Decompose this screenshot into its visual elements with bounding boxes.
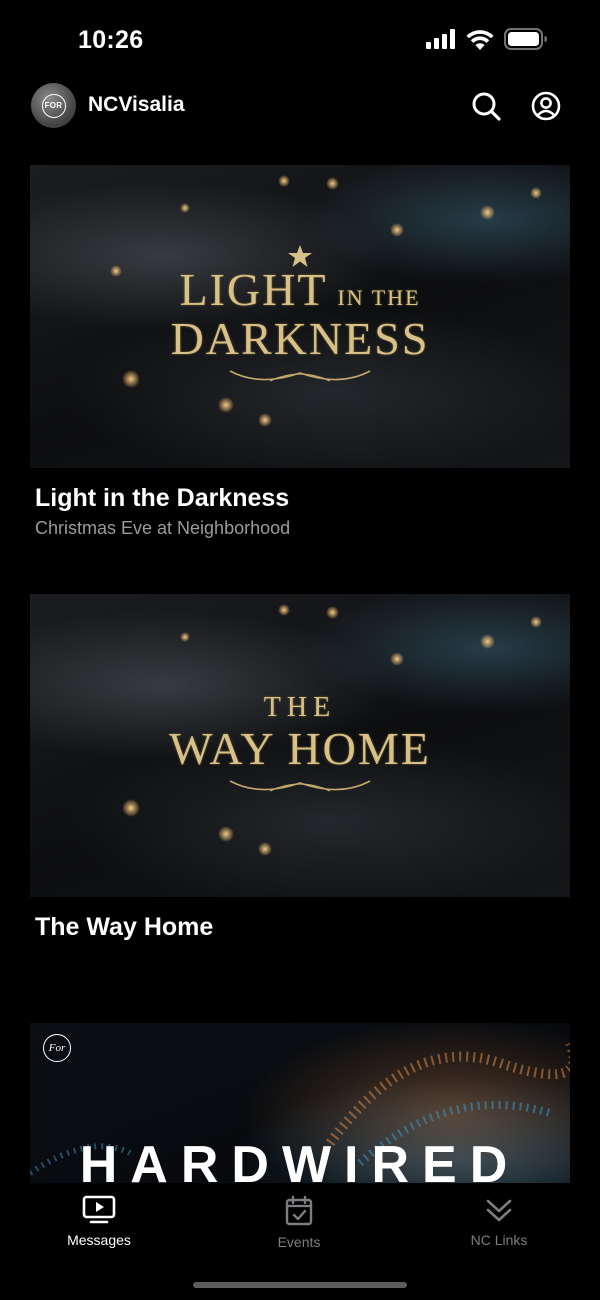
artwork-line-2: WAY HOME — [169, 723, 431, 774]
status-time: 10:26 — [78, 26, 144, 54]
tab-events[interactable]: Events — [229, 1195, 369, 1250]
search-icon — [472, 92, 501, 121]
flourish-ornament-icon — [229, 369, 371, 382]
flourish-ornament-icon — [229, 780, 371, 792]
tab-label: Events — [277, 1234, 321, 1250]
tab-nc-links[interactable]: NC Links — [429, 1195, 569, 1248]
message-thumbnail[interactable]: THE WAY HOME — [30, 594, 570, 897]
artwork-small: IN THE — [337, 284, 421, 310]
tv-play-icon — [82, 1195, 116, 1224]
message-subtitle: Christmas Eve at Neighborhood — [35, 518, 291, 538]
avatar-logo-text: FOR — [41, 93, 66, 118]
church-avatar[interactable]: FOR — [31, 83, 76, 128]
app-header: FOR NCVisalia — [0, 80, 600, 135]
status-bar: 10:26 — [0, 0, 600, 80]
message-thumbnail[interactable]: LIGHT IN THE DARKNESS — [30, 165, 570, 468]
bottom-tab-bar: Messages Events NC Links — [0, 1183, 600, 1300]
tab-label: Messages — [67, 1232, 131, 1248]
artwork-line-1: HARDWIRED — [79, 1136, 521, 1183]
app-title: NCVisalia — [88, 93, 185, 116]
account-circle-icon — [531, 91, 561, 121]
cellular-signal-icon — [426, 29, 455, 49]
message-title: Light in the Darkness — [35, 484, 290, 512]
artwork-line-1: THE — [263, 692, 337, 723]
thumbnail-artwork: LIGHT IN THE DARKNESS — [30, 165, 570, 468]
wifi-icon — [466, 29, 494, 50]
message-thumbnail[interactable]: For HARDWIRED — [30, 1023, 570, 1183]
message-card[interactable]: THE WAY HOME The Way Home — [30, 594, 570, 942]
double-chevron-down-icon — [486, 1199, 512, 1222]
messages-feed[interactable]: LIGHT IN THE DARKNESS Light in the Darkn… — [30, 165, 570, 1183]
thumbnail-artwork: THE WAY HOME — [30, 594, 570, 897]
message-card[interactable]: LIGHT IN THE DARKNESS Light in the Darkn… — [30, 165, 570, 539]
message-card[interactable]: For HARDWIRED — [30, 1023, 570, 1183]
tab-messages[interactable]: Messages — [29, 1195, 169, 1248]
status-icons — [426, 28, 548, 50]
battery-icon — [504, 28, 547, 50]
message-title: The Way Home — [35, 913, 214, 941]
home-indicator[interactable] — [193, 1282, 407, 1288]
artwork-line-1: LIGHT — [179, 263, 328, 315]
calendar-check-icon — [285, 1195, 313, 1226]
account-button[interactable] — [530, 90, 562, 122]
tab-label: NC Links — [470, 1232, 528, 1248]
search-button[interactable] — [470, 90, 502, 122]
artwork-line-2: DARKNESS — [170, 312, 430, 364]
